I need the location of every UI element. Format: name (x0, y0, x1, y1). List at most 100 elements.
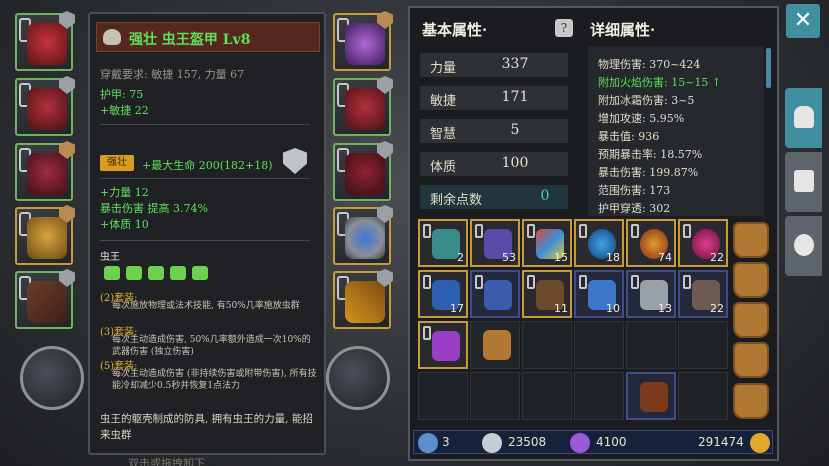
constitution-bonus: +体质 10 (100, 218, 149, 231)
set-helmet-icon (104, 266, 120, 280)
detail-attributes-list[interactable]: 物理伤害: 370~424 附加火焰伤害: 15~15 ↑ 附加冰霜伤害: 3~… (588, 46, 764, 216)
equip-slot-amulet[interactable] (15, 205, 75, 265)
close-button[interactable]: ✕ (786, 4, 820, 38)
equip-slot-ring[interactable] (333, 205, 393, 265)
inventory-slot[interactable]: 10 (574, 270, 624, 318)
item-count: 18 (606, 251, 620, 264)
bag-icon[interactable] (733, 342, 769, 378)
equip-slot-necklace[interactable] (333, 11, 393, 71)
inventory-slot[interactable]: 13 (626, 270, 676, 318)
item-count: 2 (457, 251, 464, 264)
bag-icon[interactable] (733, 222, 769, 258)
wear-requirement: 穿戴要求: 敏捷 157, 力量 67 (100, 68, 245, 81)
tab-skills[interactable] (785, 152, 822, 212)
item-count: 15 (554, 251, 568, 264)
inventory-slot-empty[interactable] (678, 372, 728, 420)
key-icon (418, 433, 438, 453)
stat-value: 171 (501, 89, 529, 105)
detail-line: 物理伤害: 370~424 (598, 58, 701, 71)
inventory-slot[interactable]: 15 (522, 219, 572, 267)
divider (100, 124, 310, 125)
strength-bonus: +力量 12 (100, 186, 149, 199)
help-icon[interactable]: ? (555, 19, 573, 37)
detail-line: 附加冰霜伤害: 3~5 (598, 94, 695, 107)
lock-icon (631, 224, 639, 238)
detail-line: 增加攻速: 5.95% (598, 112, 685, 125)
item-name: 强壮 虫王盔甲 Lv8 (129, 32, 251, 48)
detail-line: 范围伤害: 173 (598, 184, 671, 197)
equip-slot-armor[interactable] (15, 76, 75, 136)
inventory-slot[interactable] (470, 321, 520, 369)
equip-slot-pants[interactable] (15, 141, 75, 201)
inventory-slot-empty[interactable] (522, 372, 572, 420)
inventory-slot[interactable]: 53 (470, 219, 520, 267)
item-icon (432, 229, 460, 259)
item-count: 53 (502, 251, 516, 264)
inventory-slot-empty[interactable] (626, 321, 676, 369)
bag-icon[interactable] (733, 262, 769, 298)
lock-icon (475, 224, 483, 238)
divider (100, 178, 310, 179)
item-count: 13 (658, 302, 672, 315)
inventory-slot[interactable] (418, 321, 468, 369)
equip-slot-boots[interactable] (333, 141, 393, 201)
agility-bonus: +敏捷 22 (100, 104, 149, 117)
inventory-slot[interactable] (470, 270, 520, 318)
skill-round-button[interactable] (20, 346, 84, 410)
inventory-slot[interactable]: 11 (522, 270, 572, 318)
inventory-slot[interactable] (626, 372, 676, 420)
inventory-slot-empty[interactable] (522, 321, 572, 369)
crit-damage-bonus: 暴击伤害 提高 3.74% (100, 202, 208, 215)
stat-value: 337 (501, 56, 529, 72)
equip-slot-offhand[interactable] (333, 269, 393, 329)
inventory-slot[interactable]: 18 (574, 219, 624, 267)
shield-icon (283, 148, 307, 174)
detail-line: 护甲穿透: 302 (598, 202, 671, 215)
divider (100, 240, 310, 241)
max-life-bonus: +最大生命 200(182+18) (142, 159, 273, 172)
pet-round-button[interactable] (326, 346, 390, 410)
silver-count: 23508 (508, 435, 547, 449)
inventory-slot-empty[interactable] (678, 321, 728, 369)
inventory-slot[interactable]: 17 (418, 270, 468, 318)
equip-slot-weapon[interactable] (15, 269, 75, 329)
bag-icon[interactable] (733, 383, 769, 419)
inventory-slot-empty[interactable] (418, 372, 468, 420)
lock-icon (683, 275, 691, 289)
boots-icon (345, 153, 385, 195)
lock-icon (423, 326, 431, 340)
set-3-text: 每次主动造成伤害, 50%几率额外造成一次10%的武器伤害 (独立伤害) (112, 335, 311, 357)
remaining-points: 剩余点数 0 (420, 185, 568, 209)
armor-icon (27, 88, 67, 130)
inventory-slot[interactable]: 74 (626, 219, 676, 267)
boots-icon (640, 382, 668, 412)
helmet-icon (794, 106, 814, 128)
inventory-slot[interactable]: 22 (678, 270, 728, 318)
detail-scrollbar[interactable] (766, 48, 771, 88)
set-name: 虫王 (100, 252, 120, 263)
inventory-slot[interactable]: 22 (678, 219, 728, 267)
strong-tag: 强壮 (100, 155, 134, 171)
tab-equipment[interactable] (785, 88, 822, 148)
inventory-slot-empty[interactable] (574, 321, 624, 369)
helmet-icon (484, 280, 512, 310)
equip-slot-gloves[interactable] (333, 76, 393, 136)
stat-label: 敏捷 (430, 94, 457, 109)
inventory-slot-empty[interactable] (574, 372, 624, 420)
stat-label: 力量 (430, 61, 457, 76)
set-glove-icon (170, 266, 186, 280)
lock-icon (683, 224, 691, 238)
bag-icon[interactable] (733, 302, 769, 338)
bag-icon (483, 330, 511, 360)
item-count: 11 (554, 302, 568, 315)
unequip-hint: 双击或拖拽卸下 (128, 457, 205, 466)
tab-settings[interactable] (785, 216, 822, 276)
gloves-icon (345, 88, 385, 130)
equip-slot-helmet[interactable] (15, 11, 75, 71)
detail-line: 暴击伤害: 199.87% (598, 166, 699, 179)
stat-label: 体质 (430, 160, 457, 175)
inventory-slot[interactable]: 2 (418, 219, 468, 267)
lock-icon (631, 275, 639, 289)
inventory-slot-empty[interactable] (470, 372, 520, 420)
horn-icon (432, 331, 460, 361)
